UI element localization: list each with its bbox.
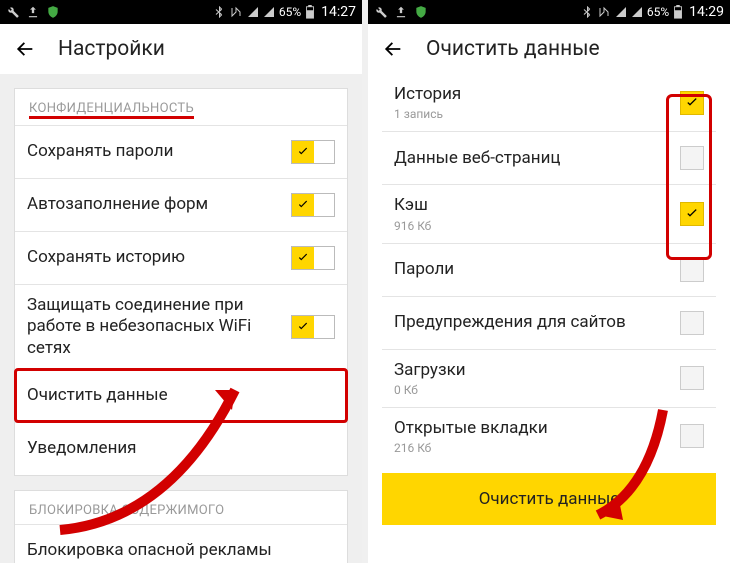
row-protect-wifi[interactable]: Защищать соединение при работе в небезоп… [15, 284, 347, 369]
privacy-card: КОНФИДЕНЦИАЛЬНОСТЬ Сохранять пароли Авто… [14, 88, 348, 476]
page-title: Очистить данные [426, 37, 600, 61]
signal-icon [263, 6, 275, 18]
checkbox-cache[interactable] [680, 202, 704, 226]
battery-icon [673, 5, 683, 19]
clear-data-button[interactable]: Очистить данные [382, 473, 716, 525]
shield-icon [414, 5, 428, 19]
section-header-privacy: КОНФИДЕНЦИАЛЬНОСТЬ [15, 89, 347, 125]
toggle-autofill[interactable] [291, 193, 335, 217]
nfc-icon [597, 6, 611, 18]
row-save-passwords[interactable]: Сохранять пароли [15, 125, 347, 178]
clock-text: 14:27 [321, 4, 356, 20]
phone-left-settings: 65% 14:27 Настройки КОНФИДЕНЦИАЛЬНОСТЬ С… [0, 0, 362, 563]
section-header-block: БЛОКИРОВКА СОДЕРЖИМОГО [15, 491, 347, 524]
row-warnings[interactable]: Предупреждения для сайтов [382, 296, 716, 349]
row-passwords[interactable]: Пароли [382, 243, 716, 296]
statusbar: 65% 14:29 [368, 0, 730, 24]
toggle-save-passwords[interactable] [291, 140, 335, 164]
statusbar: 65% 14:27 [0, 0, 362, 24]
row-notifications[interactable]: Уведомления [15, 422, 347, 475]
phone-right-clear-data: 65% 14:29 Очистить данные История 1 запи… [368, 0, 730, 563]
checkbox-open-tabs[interactable] [680, 424, 704, 448]
row-save-history[interactable]: Сохранять историю [15, 231, 347, 284]
battery-icon [305, 5, 315, 19]
row-clear-data[interactable]: Очистить данные [15, 369, 347, 422]
row-autofill[interactable]: Автозаполнение форм [15, 178, 347, 231]
shield-icon [46, 5, 60, 19]
row-block-ads[interactable]: Блокировка опасной рекламы [15, 524, 347, 563]
row-open-tabs[interactable]: Открытые вкладки 216 Кб [382, 407, 716, 465]
clock-text: 14:29 [689, 4, 724, 20]
checkbox-history[interactable] [680, 91, 704, 115]
wrench-icon [6, 5, 20, 19]
toggle-save-history[interactable] [291, 246, 335, 270]
row-history[interactable]: История 1 запись [382, 74, 716, 131]
clear-data-content: История 1 запись Данные веб-страниц Кэш … [368, 74, 730, 563]
checkbox-downloads[interactable] [680, 366, 704, 390]
bluetooth-icon [581, 6, 593, 18]
battery-text: 65% [279, 5, 301, 19]
signal-icon [247, 6, 259, 18]
nfc-icon [229, 6, 243, 18]
toggle-protect-wifi[interactable] [291, 315, 335, 339]
row-downloads[interactable]: Загрузки 0 Кб [382, 349, 716, 407]
settings-content: КОНФИДЕНЦИАЛЬНОСТЬ Сохранять пароли Авто… [0, 74, 362, 563]
block-card: БЛОКИРОВКА СОДЕРЖИМОГО Блокировка опасно… [14, 490, 348, 563]
upload-icon [394, 5, 408, 19]
signal-icon [631, 6, 643, 18]
row-cache[interactable]: Кэш 916 Кб [382, 184, 716, 242]
wrench-icon [374, 5, 388, 19]
page-title: Настройки [58, 37, 165, 61]
battery-text: 65% [647, 5, 669, 19]
upload-icon [26, 5, 40, 19]
checkbox-warnings[interactable] [680, 311, 704, 335]
back-icon[interactable] [14, 38, 36, 60]
checkbox-web-data[interactable] [680, 146, 704, 170]
row-web-data[interactable]: Данные веб-страниц [382, 131, 716, 184]
bluetooth-icon [213, 6, 225, 18]
signal-icon [615, 6, 627, 18]
back-icon[interactable] [382, 38, 404, 60]
appbar: Очистить данные [368, 24, 730, 74]
appbar: Настройки [0, 24, 362, 74]
checkbox-passwords[interactable] [680, 258, 704, 282]
